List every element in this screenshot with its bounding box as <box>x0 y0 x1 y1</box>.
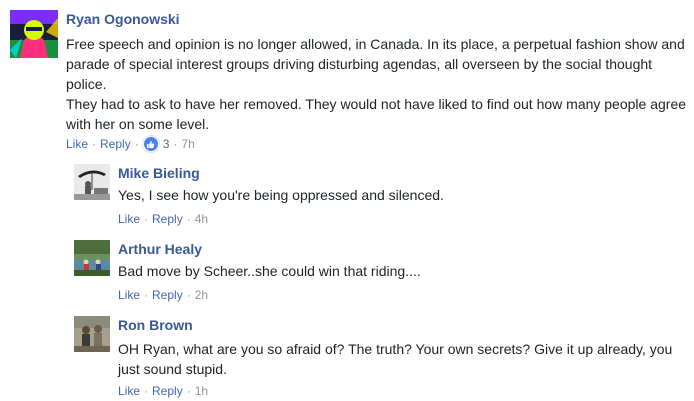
separator-dot: · <box>92 137 97 151</box>
like-link[interactable]: Like <box>66 136 88 152</box>
separator-dot: · <box>144 212 149 226</box>
author-name[interactable]: Ron Brown <box>118 316 193 334</box>
comment-text: OH Ryan, what are you so afraid of? The … <box>118 339 688 379</box>
author-name[interactable]: Arthur Healy <box>118 240 202 258</box>
reply-link[interactable]: Reply <box>152 287 183 303</box>
comment-text: Bad move by Scheer..she could win that r… <box>118 261 688 281</box>
timestamp[interactable]: 7h <box>181 136 194 152</box>
comment-text-line: They had to ask to have her removed. The… <box>66 96 687 112</box>
comment-text-line: OH Ryan, what are you so afraid of? The … <box>118 341 673 357</box>
separator-dot: · <box>134 137 139 151</box>
comment-text-line: with her on some level. <box>66 116 210 132</box>
avatar-image <box>74 240 110 276</box>
comment-text-line: parade of special interest groups drivin… <box>66 56 653 72</box>
separator-dot: · <box>144 384 149 398</box>
comment-text-line: Free speech and opinion is no longer all… <box>66 36 685 52</box>
reaction-badge[interactable]: 3 <box>142 136 170 152</box>
like-link[interactable]: Like <box>118 287 140 303</box>
reply-arthur-healy: Arthur Healy Bad move by Scheer..she cou… <box>74 240 690 310</box>
avatar[interactable] <box>74 240 110 276</box>
avatar[interactable] <box>74 316 110 352</box>
reply-mike-bieling: Mike Bieling Yes, I see how you're being… <box>74 164 690 234</box>
comment-text-line: Bad move by Scheer..she could win that r… <box>118 263 421 279</box>
avatar-image <box>74 316 110 352</box>
timestamp[interactable]: 4h <box>195 211 208 227</box>
author-name[interactable]: Ryan Ogonowski <box>66 10 180 28</box>
comment-text: Yes, I see how you're being oppressed an… <box>118 185 688 205</box>
reply-ron-brown: Ron Brown OH Ryan, what are you so afrai… <box>74 316 690 401</box>
comment-text-line: police. <box>66 76 107 92</box>
avatar-image <box>74 164 110 200</box>
comment-text: Free speech and opinion is no longer all… <box>66 34 694 134</box>
separator-dot: · <box>186 288 191 302</box>
comment-text-line: just sound stupid. <box>118 361 227 377</box>
comment-actions: Like · Reply · 2h <box>118 287 208 303</box>
avatar[interactable] <box>10 10 58 58</box>
timestamp[interactable]: 1h <box>195 383 208 399</box>
separator-dot: · <box>173 137 178 151</box>
comment-text-line: Yes, I see how you're being oppressed an… <box>118 187 444 203</box>
comment-actions: Like · Reply · 3 · 7h <box>66 136 195 152</box>
separator-dot: · <box>144 288 149 302</box>
comment-actions: Like · Reply · 1h <box>118 383 208 399</box>
comment-actions: Like · Reply · 4h <box>118 211 208 227</box>
reply-link[interactable]: Reply <box>100 136 131 152</box>
comment-ryan-ogonowski: Ryan Ogonowski Free speech and opinion i… <box>10 10 690 155</box>
separator-dot: · <box>186 212 191 226</box>
like-link[interactable]: Like <box>118 211 140 227</box>
avatar-image <box>10 10 58 58</box>
like-icon <box>142 136 159 152</box>
avatar[interactable] <box>74 164 110 200</box>
like-link[interactable]: Like <box>118 383 140 399</box>
author-name[interactable]: Mike Bieling <box>118 164 200 182</box>
reply-link[interactable]: Reply <box>152 211 183 227</box>
separator-dot: · <box>186 384 191 398</box>
reply-link[interactable]: Reply <box>152 383 183 399</box>
reaction-count: 3 <box>162 137 170 151</box>
timestamp[interactable]: 2h <box>195 287 208 303</box>
